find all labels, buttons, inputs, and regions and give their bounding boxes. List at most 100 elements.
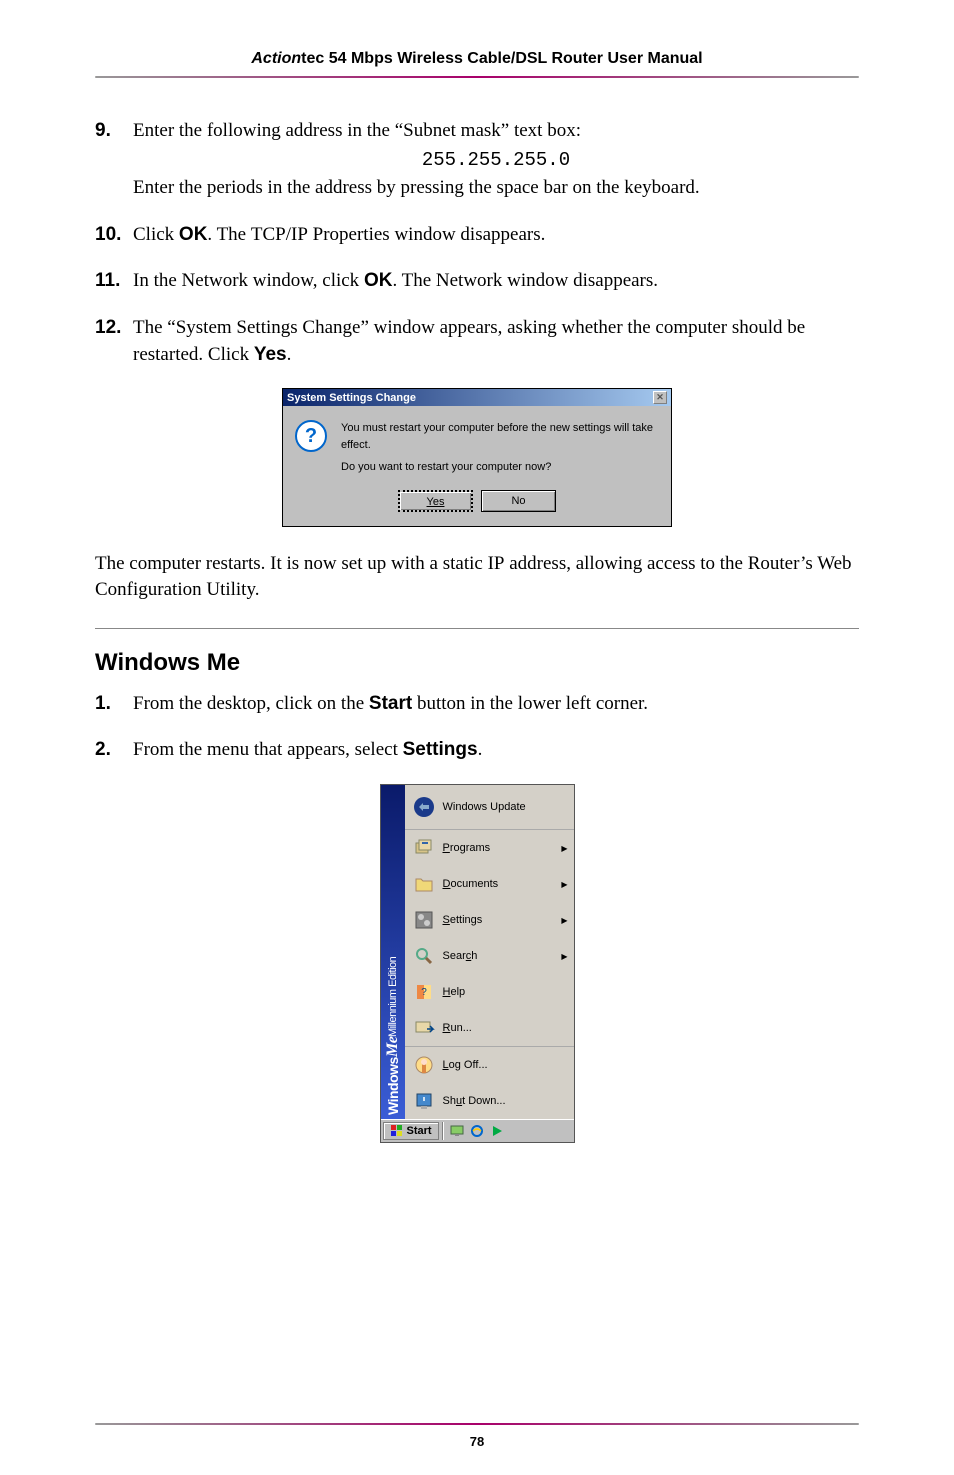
menu-item-help[interactable]: ? Help	[405, 974, 574, 1010]
step-text: Enter the periods in the address by pres…	[133, 177, 700, 198]
step-content: The “System Settings Change” window appe…	[133, 315, 859, 368]
menu-label: Shut Down...	[443, 1095, 568, 1107]
step-number: 9.	[95, 118, 133, 202]
step-text: The “System Settings Change” window appe…	[133, 317, 805, 365]
run-icon	[411, 1016, 437, 1040]
shutdown-icon	[411, 1089, 437, 1113]
startmenu-sidebar: WindowsMe Millennium Edition	[381, 785, 405, 1119]
step-text: . The	[207, 224, 250, 245]
bold-text: OK	[364, 270, 393, 291]
step-text: From the menu that appears, select	[133, 739, 403, 760]
taskbar-divider	[442, 1122, 444, 1140]
step-content: Click OK. The TCP/IP Properties window d…	[133, 222, 859, 249]
ie-icon[interactable]	[469, 1123, 485, 1139]
menu-item-windows-update[interactable]: Windows Update	[405, 785, 574, 830]
dialog-body: ? You must restart your computer before …	[283, 406, 671, 484]
menu-label: Search	[443, 950, 562, 962]
settings-icon	[411, 908, 437, 932]
step-number: 11.	[95, 268, 133, 295]
section-heading: Windows Me	[95, 628, 859, 677]
taskbar: Start	[381, 1119, 574, 1142]
start-menu: WindowsMe Millennium Edition Windows Upd…	[380, 784, 575, 1143]
dialog-line1: You must restart your computer before th…	[341, 420, 659, 453]
menu-item-programs[interactable]: Programs ▶	[405, 830, 574, 866]
menu-item-shutdown[interactable]: Shut Down...	[405, 1083, 574, 1119]
chevron-right-icon: ▶	[561, 916, 567, 925]
bold-text: OK	[179, 224, 208, 245]
step-10: 10. Click OK. The TCP/IP Properties wind…	[95, 222, 859, 249]
step-1: 1. From the desktop, click on the Start …	[95, 691, 859, 718]
startmenu-items: Windows Update Programs ▶ Documents	[405, 785, 574, 1119]
menu-item-logoff[interactable]: Log Off...	[405, 1047, 574, 1083]
step-text: From the desktop, click on the	[133, 693, 369, 714]
step-number: 12.	[95, 315, 133, 368]
programs-icon	[411, 836, 437, 860]
menu-label: Documents	[443, 878, 562, 890]
header-divider	[95, 76, 859, 78]
step-content: Enter the following address in the “Subn…	[133, 118, 859, 202]
no-button[interactable]: No	[481, 490, 556, 512]
menu-item-search[interactable]: Search ▶	[405, 938, 574, 974]
step-number: 2.	[95, 737, 133, 764]
menu-label: Programs	[443, 842, 562, 854]
help-icon: ?	[411, 980, 437, 1004]
body-paragraph: The computer restarts. It is now set up …	[95, 551, 859, 604]
system-settings-dialog: System Settings Change ✕ ? You must rest…	[282, 388, 672, 527]
bold-text: Start	[369, 693, 412, 714]
step-11: 11. In the Network window, click OK. The…	[95, 268, 859, 295]
page-header: Actiontec 54 Mbps Wireless Cable/DSL Rou…	[95, 50, 859, 68]
menu-item-documents[interactable]: Documents ▶	[405, 866, 574, 902]
documents-icon	[411, 872, 437, 896]
step-text: . The Network window disappears.	[392, 270, 658, 291]
start-button[interactable]: Start	[383, 1122, 439, 1140]
logoff-icon	[411, 1053, 437, 1077]
step-content: In the Network window, click OK. The Net…	[133, 268, 859, 295]
dialog-text: You must restart your computer before th…	[341, 420, 659, 476]
media-icon[interactable]	[489, 1123, 505, 1139]
step-text: button in the lower left corner.	[412, 693, 648, 714]
step-number: 10.	[95, 222, 133, 249]
step-text: .	[478, 739, 483, 760]
brand-rest: tec 54 Mbps Wireless Cable/DSL Router Us…	[301, 50, 702, 67]
menu-label: Settings	[443, 914, 562, 926]
start-label: Start	[407, 1125, 432, 1137]
bold-text: Settings	[403, 739, 478, 760]
step-number: 1.	[95, 691, 133, 718]
step-9: 9. Enter the following address in the “S…	[95, 118, 859, 202]
menu-item-settings[interactable]: Settings ▶	[405, 902, 574, 938]
smallcaps-text: IP	[488, 553, 505, 574]
menu-item-run[interactable]: Run...	[405, 1010, 574, 1047]
step-text: .	[287, 344, 292, 365]
step-text: Properties window disappears.	[308, 224, 545, 245]
menu-label: Windows Update	[443, 801, 568, 813]
chevron-right-icon: ▶	[561, 952, 567, 961]
dialog-titlebar: System Settings Change ✕	[283, 389, 671, 406]
windows-flag-icon	[390, 1124, 404, 1138]
step-content: From the menu that appears, select Setti…	[133, 737, 859, 764]
dialog-title: System Settings Change	[287, 392, 416, 404]
svg-text:?: ?	[421, 987, 427, 998]
smallcaps-text: TCP/IP	[251, 224, 308, 245]
step-text: Click	[133, 224, 179, 245]
step-12: 12. The “System Settings Change” window …	[95, 315, 859, 368]
chevron-right-icon: ▶	[561, 880, 567, 889]
bold-text: Yes	[254, 344, 287, 365]
step-2: 2. From the menu that appears, select Se…	[95, 737, 859, 764]
step-content: From the desktop, click on the Start but…	[133, 691, 859, 718]
page-number: 78	[0, 1434, 954, 1449]
dialog-figure: System Settings Change ✕ ? You must rest…	[95, 388, 859, 527]
brand-italic: Action	[251, 50, 301, 67]
menu-label: Run...	[443, 1022, 568, 1034]
menu-label: Log Off...	[443, 1059, 568, 1071]
close-icon[interactable]: ✕	[653, 391, 667, 404]
yes-button[interactable]: Yes	[398, 490, 473, 512]
code-text: 255.255.255.0	[133, 147, 859, 174]
desktop-icon[interactable]	[449, 1123, 465, 1139]
footer-divider	[95, 1423, 859, 1425]
dialog-buttons: Yes No	[283, 484, 671, 526]
question-icon: ?	[295, 420, 327, 452]
startmenu-figure: WindowsMe Millennium Edition Windows Upd…	[95, 784, 859, 1143]
windows-update-icon	[411, 795, 437, 819]
body-text: The computer restarts. It is now set up …	[95, 553, 488, 574]
menu-label: Help	[443, 986, 568, 998]
